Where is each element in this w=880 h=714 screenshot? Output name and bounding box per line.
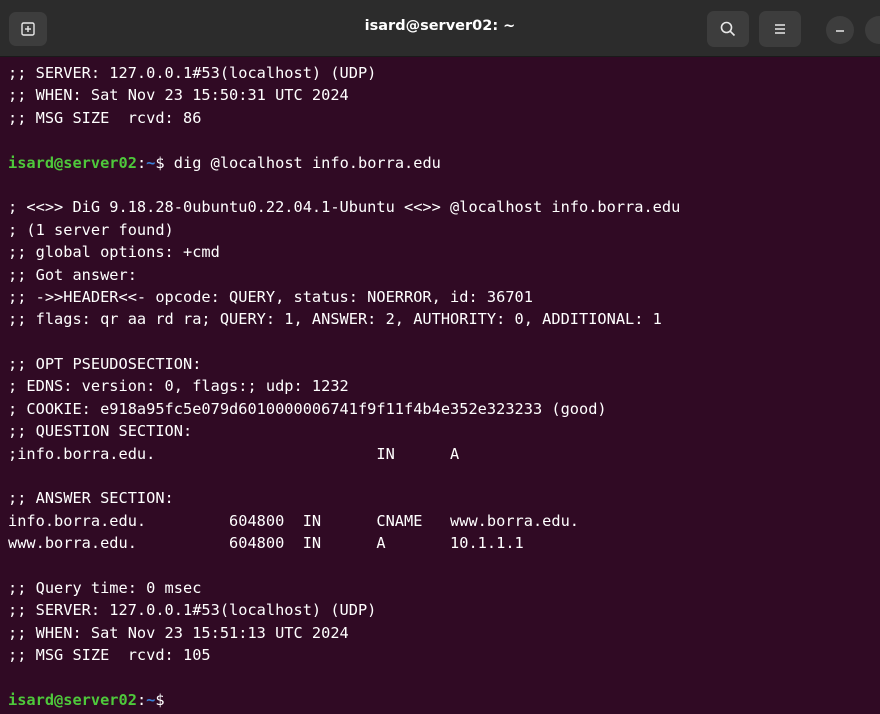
- terminal-line: ;; ->>HEADER<<- opcode: QUERY, status: N…: [8, 287, 533, 306]
- terminal-line: ;; ANSWER SECTION:: [8, 489, 174, 508]
- terminal-line: ;; WHEN: Sat Nov 23 15:50:31 UTC 2024: [8, 86, 349, 105]
- menu-button[interactable]: [759, 11, 801, 47]
- prompt-path: ~: [146, 690, 156, 709]
- terminal-line: ;; global options: +cmd: [8, 243, 220, 262]
- terminal-line: ;; Got answer:: [8, 265, 137, 284]
- terminal-line: ; <<>> DiG 9.18.28-0ubuntu0.22.04.1-Ubun…: [8, 198, 681, 217]
- terminal-output[interactable]: ;; SERVER: 127.0.0.1#53(localhost) (UDP)…: [0, 57, 880, 714]
- search-icon: [720, 21, 736, 37]
- search-button[interactable]: [707, 11, 749, 47]
- command-text: dig @localhost info.borra.edu: [164, 153, 441, 172]
- terminal-line: ; COOKIE: e918a95fc5e079d6010000006741f9…: [8, 399, 607, 418]
- terminal-line: ;; WHEN: Sat Nov 23 15:51:13 UTC 2024: [8, 623, 349, 642]
- terminal-line: ; EDNS: version: 0, flags:; udp: 1232: [8, 377, 349, 396]
- title-bar: isard@server02: ~: [0, 0, 880, 57]
- terminal-line: ;; Query time: 0 msec: [8, 578, 202, 597]
- prompt-path: ~: [146, 153, 156, 172]
- terminal-line: ;; MSG SIZE rcvd: 86: [8, 108, 202, 127]
- prompt-user-host: isard@server02: [8, 153, 137, 172]
- terminal-line: ;; flags: qr aa rd ra; QUERY: 1, ANSWER:…: [8, 310, 662, 329]
- terminal-line: ;; OPT PSEUDOSECTION:: [8, 355, 202, 374]
- prompt-line: isard@server02:~$ dig @localhost info.bo…: [8, 152, 880, 174]
- minimize-button[interactable]: [826, 16, 854, 44]
- prompt-symbol: $: [155, 153, 165, 172]
- terminal-line: www.borra.edu. 604800 IN A 10.1.1.1: [8, 534, 524, 553]
- prompt-colon: :: [136, 153, 147, 172]
- terminal-line: ; (1 server found): [8, 220, 174, 239]
- terminal-line: ;; MSG SIZE rcvd: 105: [8, 646, 211, 665]
- prompt-colon: :: [136, 690, 147, 709]
- maximize-button[interactable]: [865, 16, 880, 44]
- prompt-symbol: $: [155, 690, 165, 709]
- terminal-line: info.borra.edu. 604800 IN CNAME www.borr…: [8, 511, 579, 530]
- prompt-line: isard@server02:~$: [8, 689, 880, 711]
- terminal-line: ;; SERVER: 127.0.0.1#53(localhost) (UDP): [8, 601, 377, 620]
- hamburger-menu-icon: [775, 24, 785, 34]
- terminal-line: ;; QUESTION SECTION:: [8, 422, 193, 441]
- prompt-user-host: isard@server02: [8, 690, 137, 709]
- terminal-line: ;info.borra.edu. IN A: [8, 444, 460, 463]
- minimize-icon: [836, 30, 844, 32]
- terminal-line: ;; SERVER: 127.0.0.1#53(localhost) (UDP): [8, 64, 377, 82]
